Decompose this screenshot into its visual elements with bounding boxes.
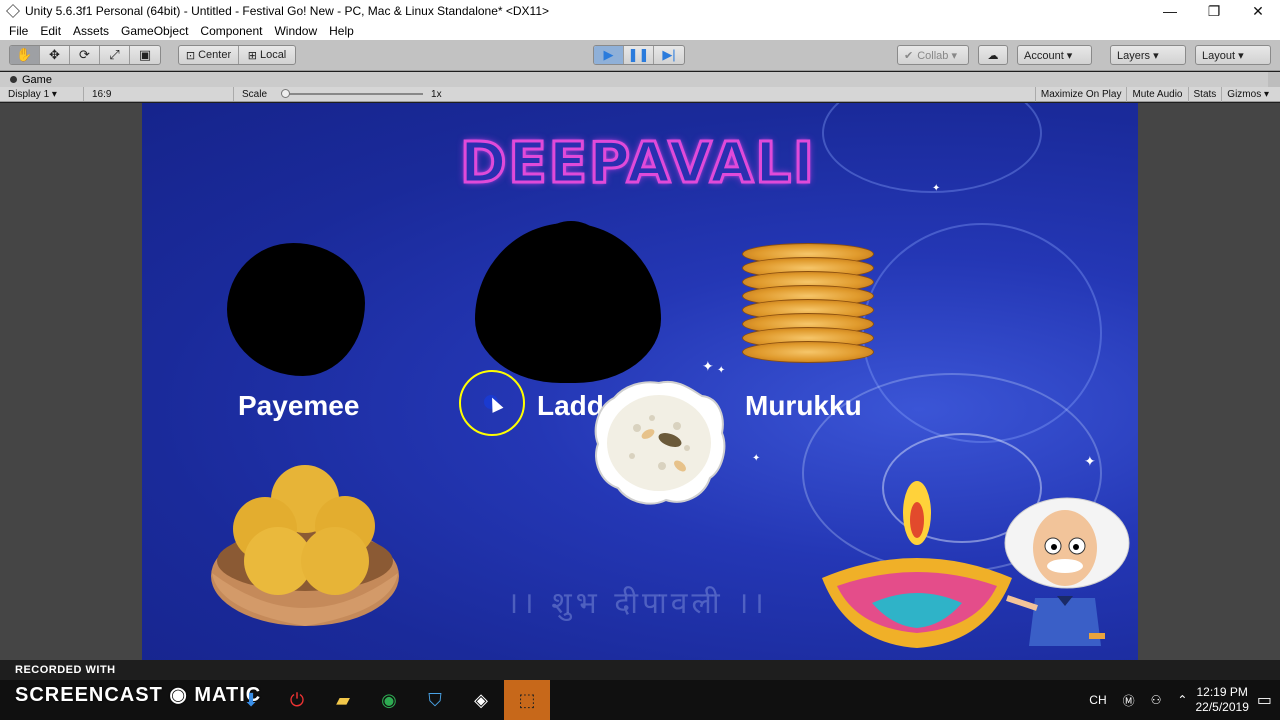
move-tool-icon[interactable]: ✥ — [40, 46, 70, 64]
scale-slider-handle[interactable] — [281, 89, 291, 98]
menu-component[interactable]: Component — [194, 24, 268, 38]
taskbar-apps: ⬇ ⏻ ▰ ◉ ⛉ ◈ ⬚ — [228, 680, 550, 720]
cloud-button[interactable]: ☁ — [978, 45, 1008, 65]
maximize-button[interactable]: ❐ — [1192, 0, 1236, 22]
menu-edit[interactable]: Edit — [34, 24, 67, 38]
game-title: DEEPAVALI — [459, 130, 816, 198]
decor-swirl — [822, 103, 1042, 193]
game-toolbar: Display 1 ▾ 16:9 Scale 1x Maximize On Pl… — [0, 87, 1280, 102]
aspect-dropdown[interactable]: 16:9 — [84, 87, 234, 101]
menu-gameobject[interactable]: GameObject — [115, 24, 194, 38]
menu-help[interactable]: Help — [323, 24, 360, 38]
local-icon: ⊞ — [247, 49, 257, 62]
clock-time: 12:19 PM — [1196, 685, 1248, 699]
menu-window[interactable]: Window — [268, 24, 323, 38]
game-tab-bar: Game — [0, 72, 1280, 87]
sparkle-icon: ✦ — [932, 183, 941, 194]
scale-tool-icon[interactable]: ⤢ — [100, 46, 130, 64]
sparkle-icon: ✦ — [717, 365, 726, 376]
scale-value: 1x — [431, 88, 442, 100]
murukku-image[interactable] — [742, 243, 874, 373]
close-button[interactable]: ✕ — [1236, 0, 1280, 22]
stats-toggle[interactable]: Stats — [1187, 87, 1222, 102]
greeting-watermark: ।। शुभ दीपावली ।। — [507, 586, 768, 621]
chrome-icon[interactable]: ◉ — [366, 680, 412, 720]
pivot-center-button[interactable]: ⊡ Center — [179, 46, 239, 64]
downloads-icon[interactable]: ⬇ — [228, 680, 274, 720]
gizmos-dropdown[interactable]: Gizmos ▾ — [1221, 87, 1274, 102]
game-tab[interactable]: Game — [0, 74, 52, 86]
window-controls: — ❐ ✕ — [1148, 0, 1280, 22]
play-controls: ▶ ❚❚ ▶| — [593, 45, 685, 65]
murukku-layer — [742, 341, 874, 363]
account-dropdown[interactable]: Account ▾ — [1017, 45, 1092, 65]
payasam-silhouette[interactable] — [227, 243, 365, 376]
file-explorer-icon[interactable]: ▰ — [320, 680, 366, 720]
unity-logo-icon — [6, 4, 20, 18]
power-icon[interactable]: ⏻ — [274, 680, 320, 720]
menu-assets[interactable]: Assets — [67, 24, 115, 38]
recorded-with-label: RECORDED WITH — [15, 664, 116, 676]
window-title: Unity 5.6.3f1 Personal (64bit) - Untitle… — [25, 4, 550, 18]
play-icon[interactable]: ▶ — [594, 46, 624, 64]
layers-dropdown[interactable]: Layers ▾ — [1110, 45, 1186, 65]
hand-tool-icon[interactable]: ✋ — [10, 46, 40, 64]
clock[interactable]: 12:19 PM 22/5/2019 — [1195, 685, 1248, 715]
pivot-local-button[interactable]: ⊞ Local — [239, 46, 295, 64]
screencast-taskbar-icon[interactable]: ⬚ — [504, 680, 550, 720]
game-view[interactable]: ✦ ✦ ✦ ✦ ✦ DEEPAVALI Payemee Ladd Murukku — [142, 103, 1138, 660]
laddu-image[interactable] — [210, 461, 400, 631]
rotate-tool-icon[interactable]: ⟳ — [70, 46, 100, 64]
menu-file[interactable]: File — [3, 24, 34, 38]
layout-dropdown[interactable]: Layout ▾ — [1195, 45, 1271, 65]
diya-image — [822, 481, 1012, 648]
clock-date: 22/5/2019 — [1195, 700, 1249, 714]
sparkle-icon: ✦ — [1084, 453, 1096, 469]
label-payemee: Payemee — [238, 390, 360, 421]
tray-chevron-icon[interactable]: ⌃ — [1169, 693, 1195, 707]
notifications-icon[interactable]: ▭ — [1249, 690, 1280, 710]
main-toolbar: ✋ ✥ ⟳ ⤢ ▣ ⊡ Center ⊞ Local ▶ ❚❚ ▶| ✔ Colla… — [0, 40, 1280, 71]
store-icon[interactable]: ⛉ — [412, 680, 458, 720]
minimize-button[interactable]: — — [1148, 0, 1192, 22]
scale-label: Scale — [242, 88, 268, 100]
label-murukku: Murukku — [745, 390, 862, 421]
unity-taskbar-icon[interactable]: ◈ — [458, 680, 504, 720]
people-icon[interactable]: ⚇ — [1143, 693, 1170, 707]
pivot-toggles: ⊡ Center ⊞ Local — [178, 45, 296, 65]
screencast-watermark: SCREENCAST ◉ MATIC — [15, 684, 262, 706]
laddu-silhouette-top — [534, 221, 608, 291]
scale-slider[interactable] — [281, 89, 424, 98]
sparkle-icon: ✦ — [702, 358, 714, 374]
game-tab-icon — [10, 76, 17, 83]
pause-icon[interactable]: ❚❚ — [624, 46, 654, 64]
rect-tool-icon[interactable]: ▣ — [130, 46, 160, 64]
maximize-on-play-toggle[interactable]: Maximize On Play — [1034, 87, 1127, 102]
cloud-icon: ☁ — [987, 49, 999, 62]
display-dropdown[interactable]: Display 1 ▾ — [0, 87, 84, 101]
language-indicator[interactable]: CH — [1081, 693, 1114, 707]
mute-audio-toggle[interactable]: Mute Audio — [1126, 87, 1187, 102]
game-toolbar-options: Maximize On Play Mute Audio Stats Gizmos… — [1034, 87, 1274, 102]
payasam-image[interactable] — [592, 378, 727, 508]
system-tray: CH Ⓜ ⚇ ⌃ 12:19 PM 22/5/2019 ▭ — [1081, 680, 1280, 720]
transform-tools: ✋ ✥ ⟳ ⤢ ▣ — [9, 45, 161, 65]
sparkle-icon: ✦ — [752, 453, 761, 464]
collab-check-icon: ✔ — [904, 49, 914, 62]
collab-button[interactable]: ✔ Collab ▾ — [897, 45, 969, 65]
pivot-icon: ⊡ — [185, 49, 196, 62]
title-bar: Unity 5.6.3f1 Personal (64bit) - Untitle… — [0, 0, 1280, 22]
ime-icon[interactable]: Ⓜ — [1115, 692, 1143, 709]
step-icon[interactable]: ▶| — [654, 46, 684, 64]
einstein-character — [1004, 497, 1130, 646]
menu-bar: File Edit Assets GameObject Component Wi… — [0, 22, 1280, 40]
